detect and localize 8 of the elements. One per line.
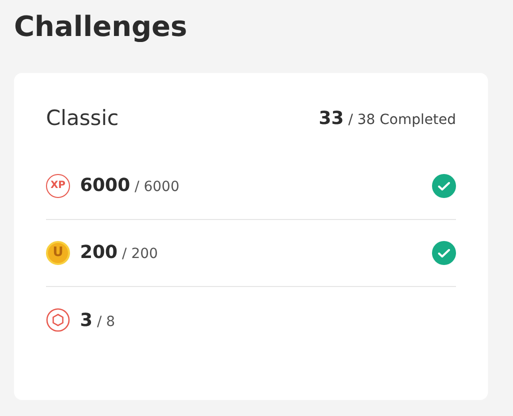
xp-icon: XP [46, 174, 70, 198]
progress-value: 3 / 8 [80, 308, 116, 332]
coin-icon: U [46, 240, 70, 264]
completed-count: 33 / 38 Completed [318, 107, 456, 132]
progress-value: 6000 / 6000 [80, 174, 180, 198]
page-title: Challenges [14, 9, 188, 45]
progress-value: 200 / 200 [80, 241, 158, 265]
card-title: Classic [46, 105, 119, 132]
